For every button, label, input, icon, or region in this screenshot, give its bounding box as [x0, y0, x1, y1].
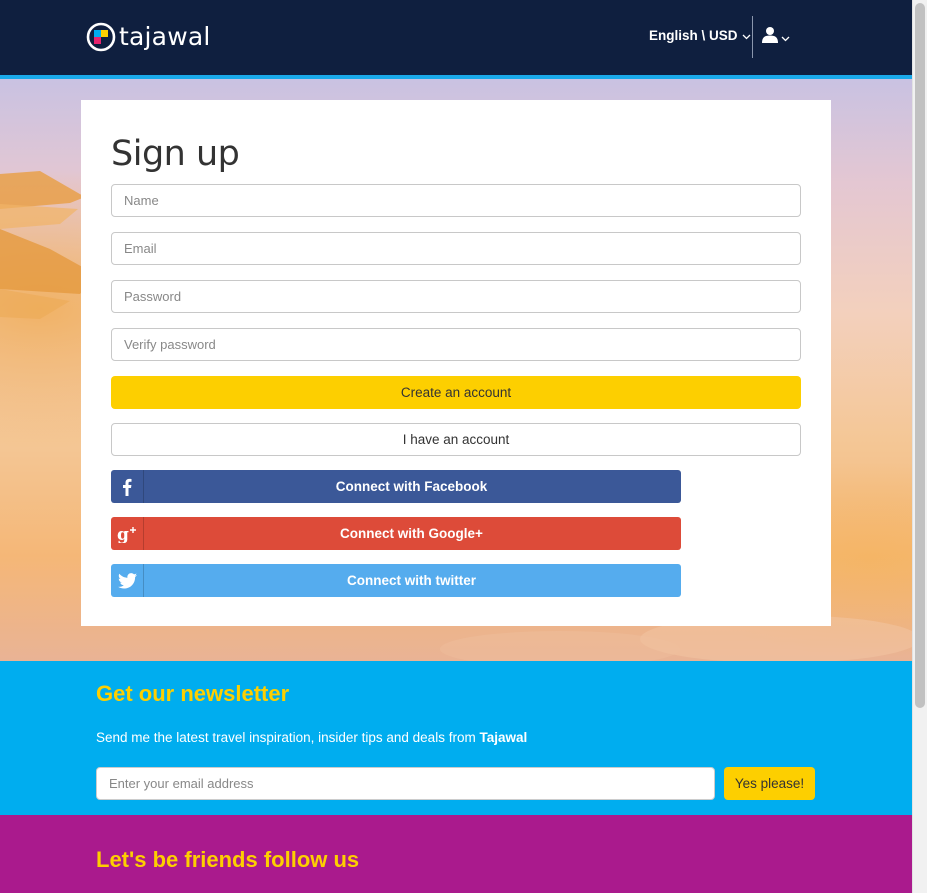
user-account-menu[interactable]: [762, 26, 790, 47]
name-field[interactable]: [111, 184, 801, 217]
create-account-button[interactable]: Create an account: [111, 376, 801, 409]
language-currency-selector[interactable]: English \ USD: [649, 28, 751, 43]
have-account-label: I have an account: [402, 432, 510, 447]
twitter-icon: [111, 564, 144, 597]
brand-name: tajawal: [119, 22, 211, 51]
page-title: Sign up: [111, 134, 240, 174]
facebook-label: Connect with Facebook: [335, 479, 488, 494]
vertical-scrollbar[interactable]: [912, 0, 927, 893]
newsletter-section: Get our newsletter Send me the latest tr…: [0, 661, 912, 815]
signup-card: Sign up Create an account I have an acco…: [81, 100, 831, 626]
chevron-down-icon: [781, 27, 790, 46]
connect-google-button[interactable]: g Connect with Google+: [111, 517, 681, 550]
newsletter-description-text: Send me the latest travel inspiration, i…: [96, 730, 480, 745]
create-account-label: Create an account: [400, 385, 512, 400]
follow-us-title: Let's be friends follow us: [96, 847, 360, 872]
header-divider: [752, 16, 753, 58]
connect-facebook-button[interactable]: Connect with Facebook: [111, 470, 681, 503]
newsletter-brand: Tajawal: [479, 730, 528, 745]
email-field[interactable]: [111, 232, 801, 265]
language-currency-label: English \ USD: [649, 28, 738, 43]
password-field[interactable]: [111, 280, 801, 313]
user-icon: [762, 26, 778, 47]
top-navbar: tajawal English \ USD: [0, 0, 912, 76]
chevron-down-icon: [742, 28, 751, 43]
newsletter-submit-label: Yes please!: [734, 776, 805, 791]
twitter-label: Connect with twitter: [347, 573, 476, 588]
logo-mark-icon: [86, 22, 116, 52]
google-label: Connect with Google+: [340, 526, 483, 541]
newsletter-submit-button[interactable]: Yes please!: [724, 767, 815, 800]
svg-text:g: g: [117, 525, 129, 543]
facebook-icon: [111, 470, 144, 503]
newsletter-title: Get our newsletter: [96, 681, 290, 706]
google-plus-icon: g: [111, 517, 144, 550]
newsletter-description: Send me the latest travel inspiration, i…: [96, 730, 527, 745]
page: tajawal English \ USD Sign up Name Email…: [0, 0, 912, 893]
follow-us-section: Let's be friends follow us: [0, 815, 912, 893]
tajawal-logo[interactable]: tajawal: [86, 22, 211, 52]
connect-twitter-button[interactable]: Connect with twitter: [111, 564, 681, 597]
newsletter-email-input[interactable]: [96, 767, 715, 800]
scrollbar-thumb[interactable]: [915, 3, 925, 708]
have-account-button[interactable]: I have an account: [111, 423, 801, 456]
verify-password-field[interactable]: [111, 328, 801, 361]
